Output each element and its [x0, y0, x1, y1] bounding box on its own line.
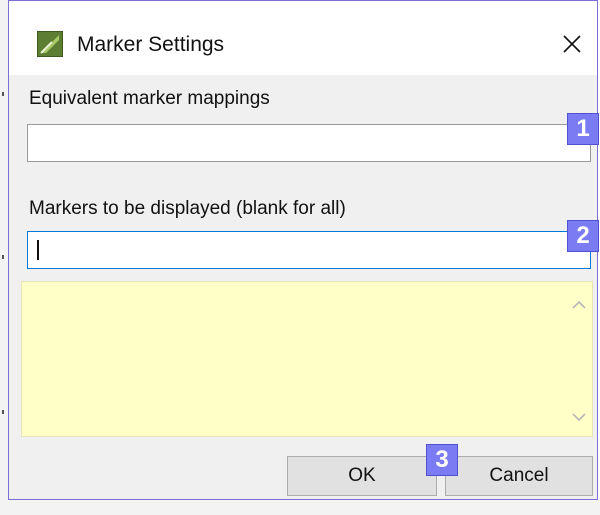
marker-settings-dialog: Marker Settings Equivalent marker mappin…	[8, 0, 599, 500]
annotation-badge-2: 2	[567, 220, 599, 252]
screen: Marker Settings Equivalent marker mappin…	[0, 0, 600, 515]
equivalent-mappings-label: Equivalent marker mappings	[29, 88, 270, 109]
background-window-edge-bottom	[0, 500, 600, 515]
close-button[interactable]	[547, 19, 597, 69]
chevron-down-icon	[572, 413, 586, 422]
title-bar: Marker Settings	[9, 1, 597, 75]
info-text-area[interactable]	[21, 281, 593, 437]
text-caret	[37, 240, 39, 260]
scroll-down-button[interactable]	[570, 408, 588, 426]
app-logo-icon	[37, 31, 63, 57]
scroll-up-button[interactable]	[570, 296, 588, 314]
ok-button[interactable]: OK	[287, 456, 437, 496]
equivalent-mappings-input[interactable]	[27, 124, 591, 162]
background-dot	[2, 410, 4, 414]
cancel-button[interactable]: Cancel	[445, 456, 593, 496]
markers-displayed-label: Markers to be displayed (blank for all)	[29, 198, 346, 219]
window-title: Marker Settings	[77, 33, 225, 56]
close-icon	[563, 35, 581, 53]
vertical-scrollbar[interactable]	[566, 282, 592, 436]
chevron-up-icon	[572, 300, 586, 309]
annotation-badge-1: 1	[567, 113, 599, 145]
background-dot	[2, 255, 4, 259]
markers-displayed-input[interactable]	[27, 231, 591, 269]
annotation-badge-3: 3	[426, 444, 458, 476]
background-dot	[2, 92, 4, 96]
